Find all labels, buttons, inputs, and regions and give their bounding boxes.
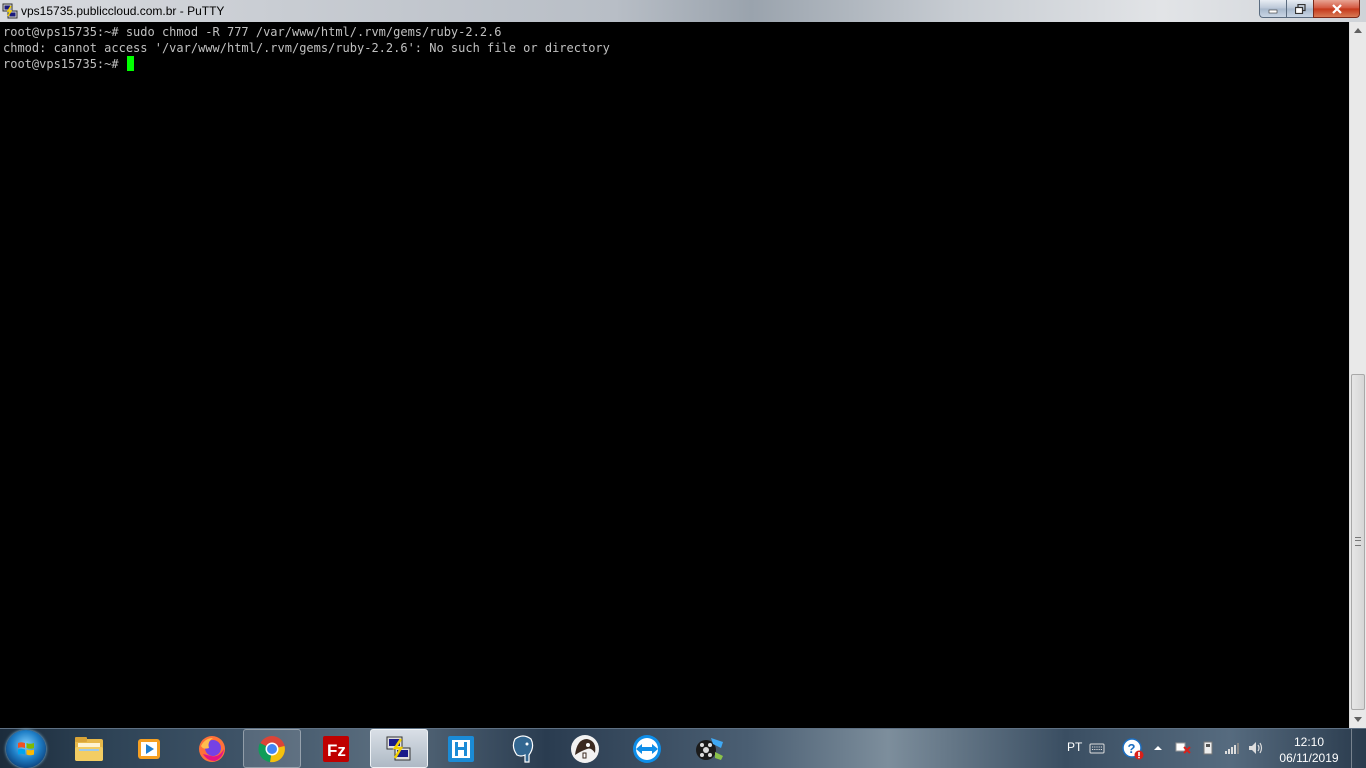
filezilla-icon: Fz bbox=[323, 735, 349, 762]
show-desktop-button[interactable] bbox=[1351, 729, 1366, 768]
video-editor-icon bbox=[696, 737, 723, 760]
start-button[interactable] bbox=[6, 730, 46, 768]
minimize-button[interactable] bbox=[1259, 0, 1286, 18]
scroll-down-button[interactable] bbox=[1350, 711, 1366, 728]
help-alert-icon[interactable]: ? bbox=[1122, 738, 1144, 760]
network-alert-icon[interactable] bbox=[1175, 740, 1191, 756]
terminal-line: root@vps15735:~# sudo chmod -R 777 /var/… bbox=[3, 25, 502, 39]
putty-icon[interactable] bbox=[2, 3, 18, 19]
taskbar-putty[interactable] bbox=[370, 729, 428, 768]
language-indicator[interactable]: PT bbox=[1067, 740, 1082, 754]
taskbar-chrome[interactable] bbox=[243, 729, 301, 768]
putty-icon bbox=[386, 736, 411, 760]
scroll-thumb[interactable] bbox=[1351, 374, 1365, 710]
scroll-up-button[interactable] bbox=[1350, 22, 1366, 39]
app-h-icon bbox=[448, 735, 474, 762]
svg-text:Fz: Fz bbox=[327, 741, 346, 760]
close-icon bbox=[1331, 3, 1342, 14]
desktop-screen: vps15735.publiccloud.com.br - PuTTY root… bbox=[0, 0, 1366, 768]
taskbar-video-editor[interactable] bbox=[680, 729, 738, 768]
window-controls bbox=[1259, 0, 1360, 19]
firefox-icon bbox=[199, 735, 225, 762]
dbeaver-icon bbox=[571, 734, 599, 763]
taskbar-media-player[interactable] bbox=[120, 729, 178, 768]
restore-icon bbox=[1294, 3, 1306, 14]
volume-icon[interactable] bbox=[1248, 740, 1264, 756]
terminal-line: chmod: cannot access '/var/www/html/.rvm… bbox=[3, 41, 610, 55]
file-explorer-icon bbox=[75, 736, 103, 761]
taskbar-firefox[interactable] bbox=[183, 729, 241, 768]
minimize-icon bbox=[1268, 9, 1278, 13]
svg-text:?: ? bbox=[1128, 741, 1136, 756]
clock-date: 06/11/2019 bbox=[1279, 751, 1339, 765]
taskbar-postgresql[interactable] bbox=[494, 729, 552, 768]
keyboard-icon[interactable] bbox=[1089, 740, 1105, 756]
terminal-prompt-line: root@vps15735:~# bbox=[3, 56, 134, 72]
taskbar-filezilla[interactable]: Fz bbox=[307, 729, 365, 768]
chevron-down-icon bbox=[1354, 717, 1362, 722]
postgresql-icon bbox=[512, 734, 534, 763]
system-clock[interactable]: 12:10 06/11/2019 bbox=[1274, 734, 1344, 766]
taskbar: Fz PT ? 12:10 06/11/2019 bbox=[0, 728, 1366, 768]
show-hidden-icons-arrow[interactable] bbox=[1152, 742, 1164, 754]
taskbar-dbeaver[interactable] bbox=[556, 729, 614, 768]
usb-device-icon[interactable] bbox=[1200, 740, 1216, 756]
teamviewer-icon bbox=[633, 734, 661, 763]
terminal-prompt: root@vps15735:~# bbox=[3, 57, 119, 71]
window-titlebar[interactable]: vps15735.publiccloud.com.br - PuTTY bbox=[0, 0, 1366, 22]
chrome-icon bbox=[258, 735, 285, 762]
close-button[interactable] bbox=[1313, 0, 1360, 18]
vertical-scrollbar[interactable] bbox=[1349, 22, 1366, 728]
media-player-icon bbox=[138, 738, 160, 759]
terminal-area[interactable]: root@vps15735:~# sudo chmod -R 777 /var/… bbox=[0, 22, 1349, 728]
chevron-up-icon bbox=[1354, 28, 1362, 33]
signal-icon[interactable] bbox=[1224, 740, 1240, 756]
taskbar-file-explorer[interactable] bbox=[60, 729, 118, 768]
grip-icon bbox=[1355, 537, 1361, 546]
taskbar-teamviewer[interactable] bbox=[618, 729, 676, 768]
window-title: vps15735.publiccloud.com.br - PuTTY bbox=[21, 4, 225, 18]
restore-button[interactable] bbox=[1286, 0, 1313, 18]
terminal-cursor bbox=[126, 56, 134, 71]
taskbar-app-h[interactable] bbox=[432, 729, 490, 768]
clock-time: 12:10 bbox=[1293, 735, 1325, 749]
windows-logo-icon bbox=[18, 742, 34, 756]
